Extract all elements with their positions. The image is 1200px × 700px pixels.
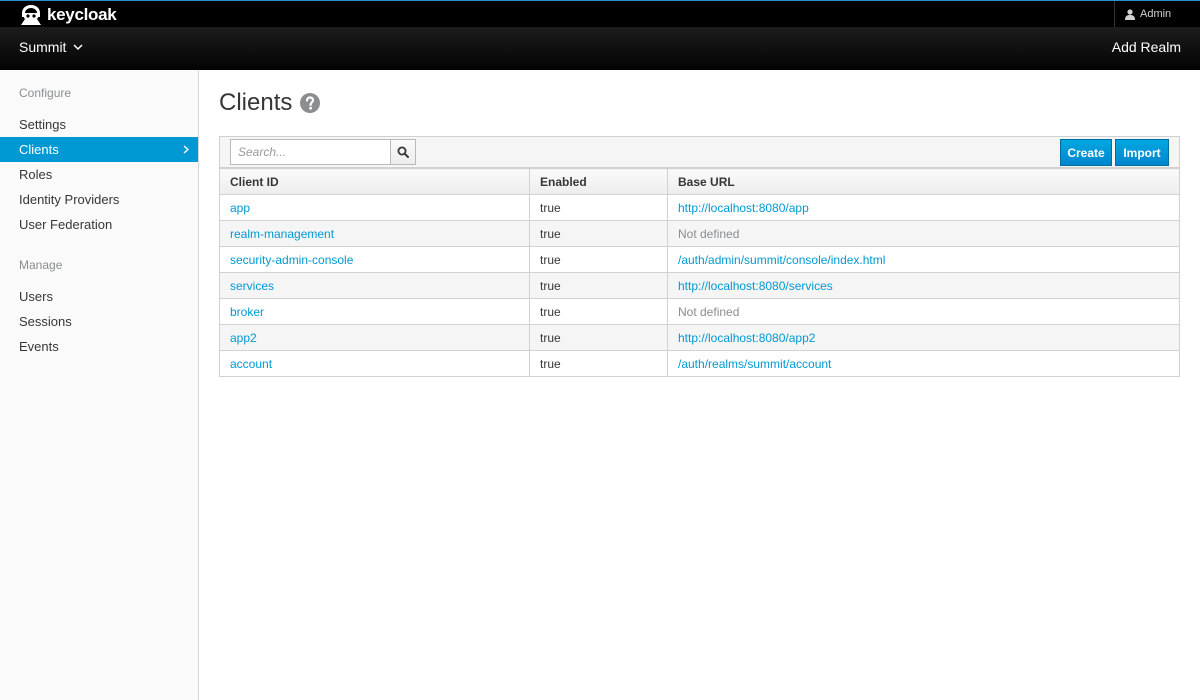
- base-url-cell: http://localhost:8080/app2: [667, 324, 1180, 351]
- enabled-cell: true: [529, 298, 668, 325]
- sidebar-item-label: Clients: [19, 142, 59, 157]
- client-id-link[interactable]: account: [230, 357, 272, 371]
- base-url-cell: /auth/admin/summit/console/index.html: [667, 246, 1180, 273]
- table-row: broker true Not defined: [219, 298, 1180, 325]
- client-id-cell: realm-management: [219, 220, 530, 247]
- keycloak-logo[interactable]: keycloak: [19, 3, 117, 27]
- sidebar-heading-configure: Configure: [19, 86, 72, 100]
- client-id-link[interactable]: broker: [230, 305, 264, 319]
- base-url-undefined: Not defined: [678, 226, 740, 241]
- base-url-undefined: Not defined: [678, 304, 740, 319]
- client-id-link[interactable]: services: [230, 279, 274, 293]
- realm-selector[interactable]: Summit: [19, 39, 83, 55]
- enabled-cell: true: [529, 272, 668, 299]
- table-row: realm-management true Not defined: [219, 220, 1180, 247]
- enabled-cell: true: [529, 324, 668, 351]
- table-row: app true http://localhost:8080/app: [219, 194, 1180, 221]
- table-row: security-admin-console true /auth/admin/…: [219, 246, 1180, 273]
- table-row: services true http://localhost:8080/serv…: [219, 272, 1180, 299]
- client-id-cell: services: [219, 272, 530, 299]
- column-header-base-url[interactable]: Base URL: [667, 168, 1180, 195]
- enabled-cell: true: [529, 350, 668, 377]
- sidebar-item-sessions[interactable]: Sessions: [0, 309, 198, 334]
- client-id-cell: account: [219, 350, 530, 377]
- base-url-link[interactable]: /auth/realms/summit/account: [678, 357, 831, 371]
- sidebar-item-settings[interactable]: Settings: [0, 112, 198, 137]
- base-url-link[interactable]: http://localhost:8080/app: [678, 201, 809, 215]
- brand-name: keycloak: [47, 5, 117, 24]
- import-button[interactable]: Import: [1115, 139, 1169, 166]
- realm-header: Summit Add Realm: [0, 27, 1200, 70]
- table-row: account true /auth/realms/summit/account: [219, 350, 1180, 377]
- help-icon[interactable]: [300, 93, 321, 113]
- add-realm-link[interactable]: Add Realm: [1112, 39, 1181, 55]
- client-id-link[interactable]: app: [230, 201, 250, 215]
- base-url-link[interactable]: http://localhost:8080/services: [678, 279, 833, 293]
- enabled-cell: true: [529, 194, 668, 221]
- clients-table: Client ID Enabled Base URL app true http…: [219, 168, 1180, 377]
- client-id-link[interactable]: security-admin-console: [230, 253, 353, 267]
- search-group: [230, 139, 416, 165]
- base-url-cell: Not defined: [667, 298, 1180, 325]
- client-id-link[interactable]: realm-management: [230, 227, 334, 241]
- base-url-cell: /auth/realms/summit/account: [667, 350, 1180, 377]
- search-icon: [397, 146, 409, 158]
- table-row: app2 true http://localhost:8080/app2: [219, 324, 1180, 351]
- sidebar-item-identity-providers[interactable]: Identity Providers: [0, 187, 198, 212]
- sidebar-item-roles[interactable]: Roles: [0, 162, 198, 187]
- realm-name: Summit: [19, 39, 67, 55]
- client-id-cell: app: [219, 194, 530, 221]
- user-menu-label: Admin: [1140, 8, 1172, 20]
- create-button[interactable]: Create: [1060, 139, 1112, 166]
- client-id-link[interactable]: app2: [230, 331, 257, 345]
- sidebar-item-user-federation[interactable]: User Federation: [0, 212, 198, 237]
- column-header-client-id[interactable]: Client ID: [219, 168, 530, 195]
- page-title-text: Clients: [219, 89, 293, 116]
- sidebar-item-events[interactable]: Events: [0, 334, 198, 359]
- column-header-enabled[interactable]: Enabled: [529, 168, 668, 195]
- search-input[interactable]: [230, 139, 391, 165]
- sidebar: Configure Settings Clients Roles Identit…: [0, 70, 199, 700]
- search-button[interactable]: [391, 139, 416, 165]
- client-id-cell: app2: [219, 324, 530, 351]
- chevron-right-icon: [183, 145, 189, 154]
- top-navbar: keycloak Admin: [0, 0, 1200, 27]
- table-header-row: Client ID Enabled Base URL: [219, 168, 1180, 195]
- base-url-cell: http://localhost:8080/services: [667, 272, 1180, 299]
- table-toolbar: Create Import: [219, 136, 1180, 168]
- base-url-cell: Not defined: [667, 220, 1180, 247]
- base-url-link[interactable]: /auth/admin/summit/console/index.html: [678, 253, 885, 267]
- chevron-down-icon: [73, 43, 83, 50]
- sidebar-heading-manage: Manage: [19, 258, 63, 272]
- user-icon: [1125, 8, 1135, 20]
- page-title: Clients: [219, 89, 321, 117]
- client-id-cell: broker: [219, 298, 530, 325]
- enabled-cell: true: [529, 220, 668, 247]
- base-url-cell: http://localhost:8080/app: [667, 194, 1180, 221]
- base-url-link[interactable]: http://localhost:8080/app2: [678, 331, 815, 345]
- sidebar-item-users[interactable]: Users: [0, 284, 198, 309]
- sidebar-item-clients[interactable]: Clients: [0, 137, 198, 162]
- keycloak-logo-icon: [21, 5, 41, 25]
- enabled-cell: true: [529, 246, 668, 273]
- client-id-cell: security-admin-console: [219, 246, 530, 273]
- user-menu[interactable]: Admin: [1114, 1, 1200, 27]
